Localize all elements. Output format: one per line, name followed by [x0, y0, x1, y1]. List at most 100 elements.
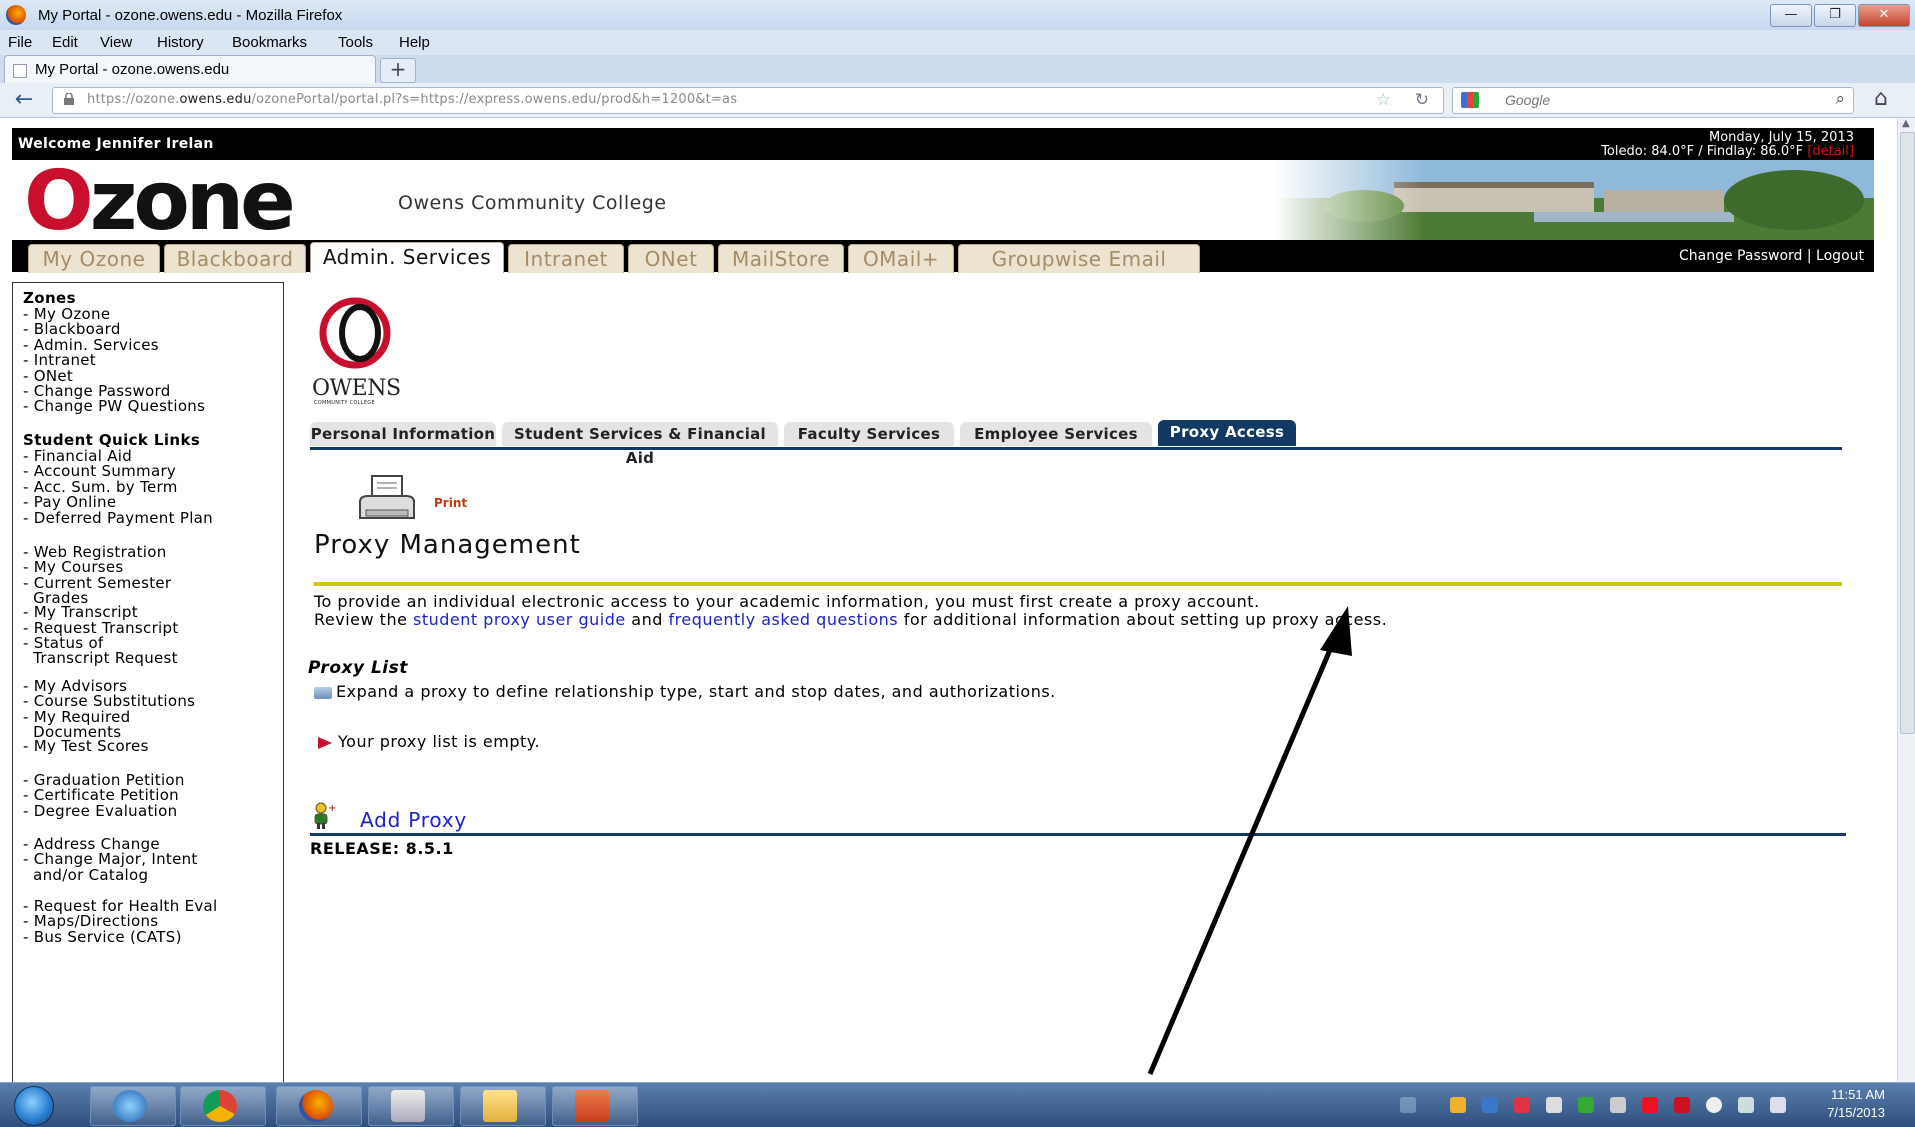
add-proxy-label[interactable]: Add Proxy: [360, 808, 467, 832]
tray-icon[interactable]: [1514, 1097, 1530, 1113]
minimize-button[interactable]: —: [1770, 4, 1812, 27]
sidebar-link[interactable]: - Pay Online: [23, 495, 116, 510]
browser-tab-strip: My Portal - ozone.owens.edu +: [0, 55, 1915, 84]
campus-photo: [1274, 160, 1874, 240]
tray-icon[interactable]: [1706, 1097, 1722, 1113]
tab-my-ozone[interactable]: My Ozone: [28, 244, 160, 273]
clock-date[interactable]: 7/15/2013: [1827, 1105, 1885, 1120]
tray-icon[interactable]: [1482, 1097, 1498, 1113]
expand-instruction: Expand a proxy to define relationship ty…: [314, 682, 1056, 701]
new-tab-button[interactable]: +: [380, 58, 416, 83]
proxy-list-heading: Proxy List: [308, 658, 408, 678]
menu-history[interactable]: History: [157, 34, 204, 51]
sidebar-link[interactable]: - My Transcript: [23, 605, 138, 620]
internet-explorer-taskbar-button[interactable]: [90, 1086, 176, 1126]
tab-onet[interactable]: ONet: [628, 244, 714, 273]
restore-button[interactable]: ❐: [1814, 4, 1856, 27]
student-proxy-guide-link[interactable]: student proxy user guide: [413, 610, 626, 629]
reload-icon[interactable]: ↻: [1415, 90, 1429, 110]
scrollbar-thumb[interactable]: [1900, 132, 1915, 734]
sidebar-link[interactable]: - Deferred Payment Plan: [23, 510, 213, 526]
powerpoint-taskbar-button[interactable]: [552, 1086, 638, 1126]
search-bar[interactable]: Google ⌕: [1452, 87, 1854, 114]
sidebar-link[interactable]: - Change PW Questions: [23, 399, 205, 414]
menu-help[interactable]: Help: [399, 34, 430, 51]
menu-view[interactable]: View: [100, 34, 132, 51]
sidebar-link[interactable]: - Degree Evaluation: [23, 803, 177, 819]
chrome-taskbar-button[interactable]: [180, 1086, 266, 1126]
tab-student-services[interactable]: Student Services & Financial Aid: [502, 422, 778, 467]
ozone-logo[interactable]: Ozone: [24, 161, 296, 243]
tab-underline: [310, 447, 1842, 450]
tray-icon[interactable]: [1674, 1097, 1690, 1113]
firefox-taskbar-button[interactable]: [276, 1086, 362, 1126]
tab-groupwise-email[interactable]: Groupwise Email: [958, 244, 1200, 273]
change-password-logout-links[interactable]: Change Password | Logout: [1679, 248, 1864, 264]
faq-link[interactable]: frequently asked questions: [668, 610, 898, 629]
weather-text: Toledo: 84.0°F / Findlay: 86.0°F [detail…: [1601, 144, 1854, 159]
tab-admin-services[interactable]: Admin. Services: [310, 242, 504, 273]
welcome-text: Welcome Jennifer Irelan: [18, 136, 214, 152]
owens-subtitle: COMMUNITY COLLEGE: [314, 400, 375, 406]
owens-logo: OWENS COMMUNITY COLLEGE: [312, 296, 412, 406]
search-icon[interactable]: ⌕: [1835, 89, 1845, 109]
lock-icon: [64, 93, 74, 105]
vertical-scrollbar[interactable]: ▲: [1897, 118, 1915, 1082]
sidebar-section-title: Student Quick Links: [23, 431, 201, 449]
navigation-bar: ← https://ozone.owens.edu/ozonePortal/po…: [0, 83, 1915, 118]
google-engine-icon[interactable]: [1461, 92, 1479, 108]
url-text: https://ozone.owens.edu/ozonePortal/port…: [87, 92, 738, 107]
url-bar[interactable]: https://ozone.owens.edu/ozonePortal/port…: [52, 87, 1444, 114]
annotation-arrow: [1147, 606, 1352, 1075]
sidebar-link[interactable]: - Intranet: [23, 353, 96, 368]
menu-bookmarks[interactable]: Bookmarks: [232, 34, 307, 51]
start-button[interactable]: [14, 1086, 54, 1126]
tab-proxy-access[interactable]: Proxy Access: [1158, 420, 1296, 446]
tray-icon[interactable]: [1642, 1097, 1658, 1113]
powerpoint-icon: [575, 1090, 609, 1122]
tray-icon[interactable]: [1450, 1097, 1466, 1113]
close-window-button[interactable]: ✕: [1858, 4, 1910, 27]
system-tray: 11:51 AM 7/15/2013: [1400, 1083, 1915, 1127]
info-bubble-icon: [314, 686, 332, 699]
tray-icon[interactable]: [1578, 1097, 1594, 1113]
tray-icon[interactable]: [1546, 1097, 1562, 1113]
tab-personal-information[interactable]: Personal Information: [310, 422, 496, 446]
tray-icon[interactable]: [1400, 1097, 1416, 1113]
clock-time[interactable]: 11:51 AM: [1831, 1087, 1885, 1102]
printer-icon[interactable]: [356, 474, 430, 528]
speaker-icon[interactable]: [1610, 1097, 1626, 1113]
scroll-up-icon[interactable]: ▲: [1902, 118, 1910, 129]
network-icon[interactable]: [1738, 1097, 1754, 1113]
page-title: Proxy Management: [314, 530, 581, 560]
sidebar-link[interactable]: - My Test Scores: [23, 739, 149, 754]
menu-tools[interactable]: Tools: [338, 34, 373, 51]
back-arrow-icon[interactable]: ←: [10, 87, 38, 113]
volume-icon[interactable]: [1770, 1097, 1786, 1113]
tab-blackboard[interactable]: Blackboard: [164, 244, 306, 273]
release-version: RELEASE: 8.5.1: [310, 839, 454, 858]
sidebar-link[interactable]: Transcript Request: [23, 651, 178, 666]
tab-mailstore[interactable]: MailStore: [718, 244, 844, 273]
print-link[interactable]: Print: [434, 496, 467, 510]
tab-intranet[interactable]: Intranet: [508, 244, 624, 273]
svg-text:+: +: [328, 803, 336, 814]
bookmark-star-icon[interactable]: ☆: [1376, 90, 1391, 110]
sidebar-link[interactable]: and/or Catalog: [23, 867, 148, 883]
mail-taskbar-button[interactable]: [368, 1086, 454, 1126]
file-explorer-taskbar-button[interactable]: [460, 1086, 546, 1126]
browser-tab-my-portal[interactable]: My Portal - ozone.owens.edu: [4, 55, 376, 84]
window-titlebar: My Portal - ozone.owens.edu - Mozilla Fi…: [0, 0, 1915, 30]
weather-detail-link[interactable]: [detail]: [1807, 144, 1854, 159]
tab-employee-services[interactable]: Employee Services: [960, 422, 1152, 446]
menu-edit[interactable]: Edit: [52, 34, 78, 51]
portal-tab-bar: My Ozone Blackboard Admin. Services Intr…: [12, 240, 1874, 273]
sidebar-link[interactable]: - Bus Service (CATS): [23, 929, 182, 945]
menu-file[interactable]: File: [8, 34, 32, 51]
browser-tab-label: My Portal - ozone.owens.edu: [35, 61, 230, 78]
windows-taskbar: 11:51 AM 7/15/2013: [0, 1082, 1915, 1127]
tab-faculty-services[interactable]: Faculty Services: [784, 422, 954, 446]
owens-ring-icon: [319, 297, 391, 369]
home-icon[interactable]: ⌂: [1874, 86, 1888, 111]
tab-omail-plus[interactable]: OMail+: [848, 244, 954, 273]
